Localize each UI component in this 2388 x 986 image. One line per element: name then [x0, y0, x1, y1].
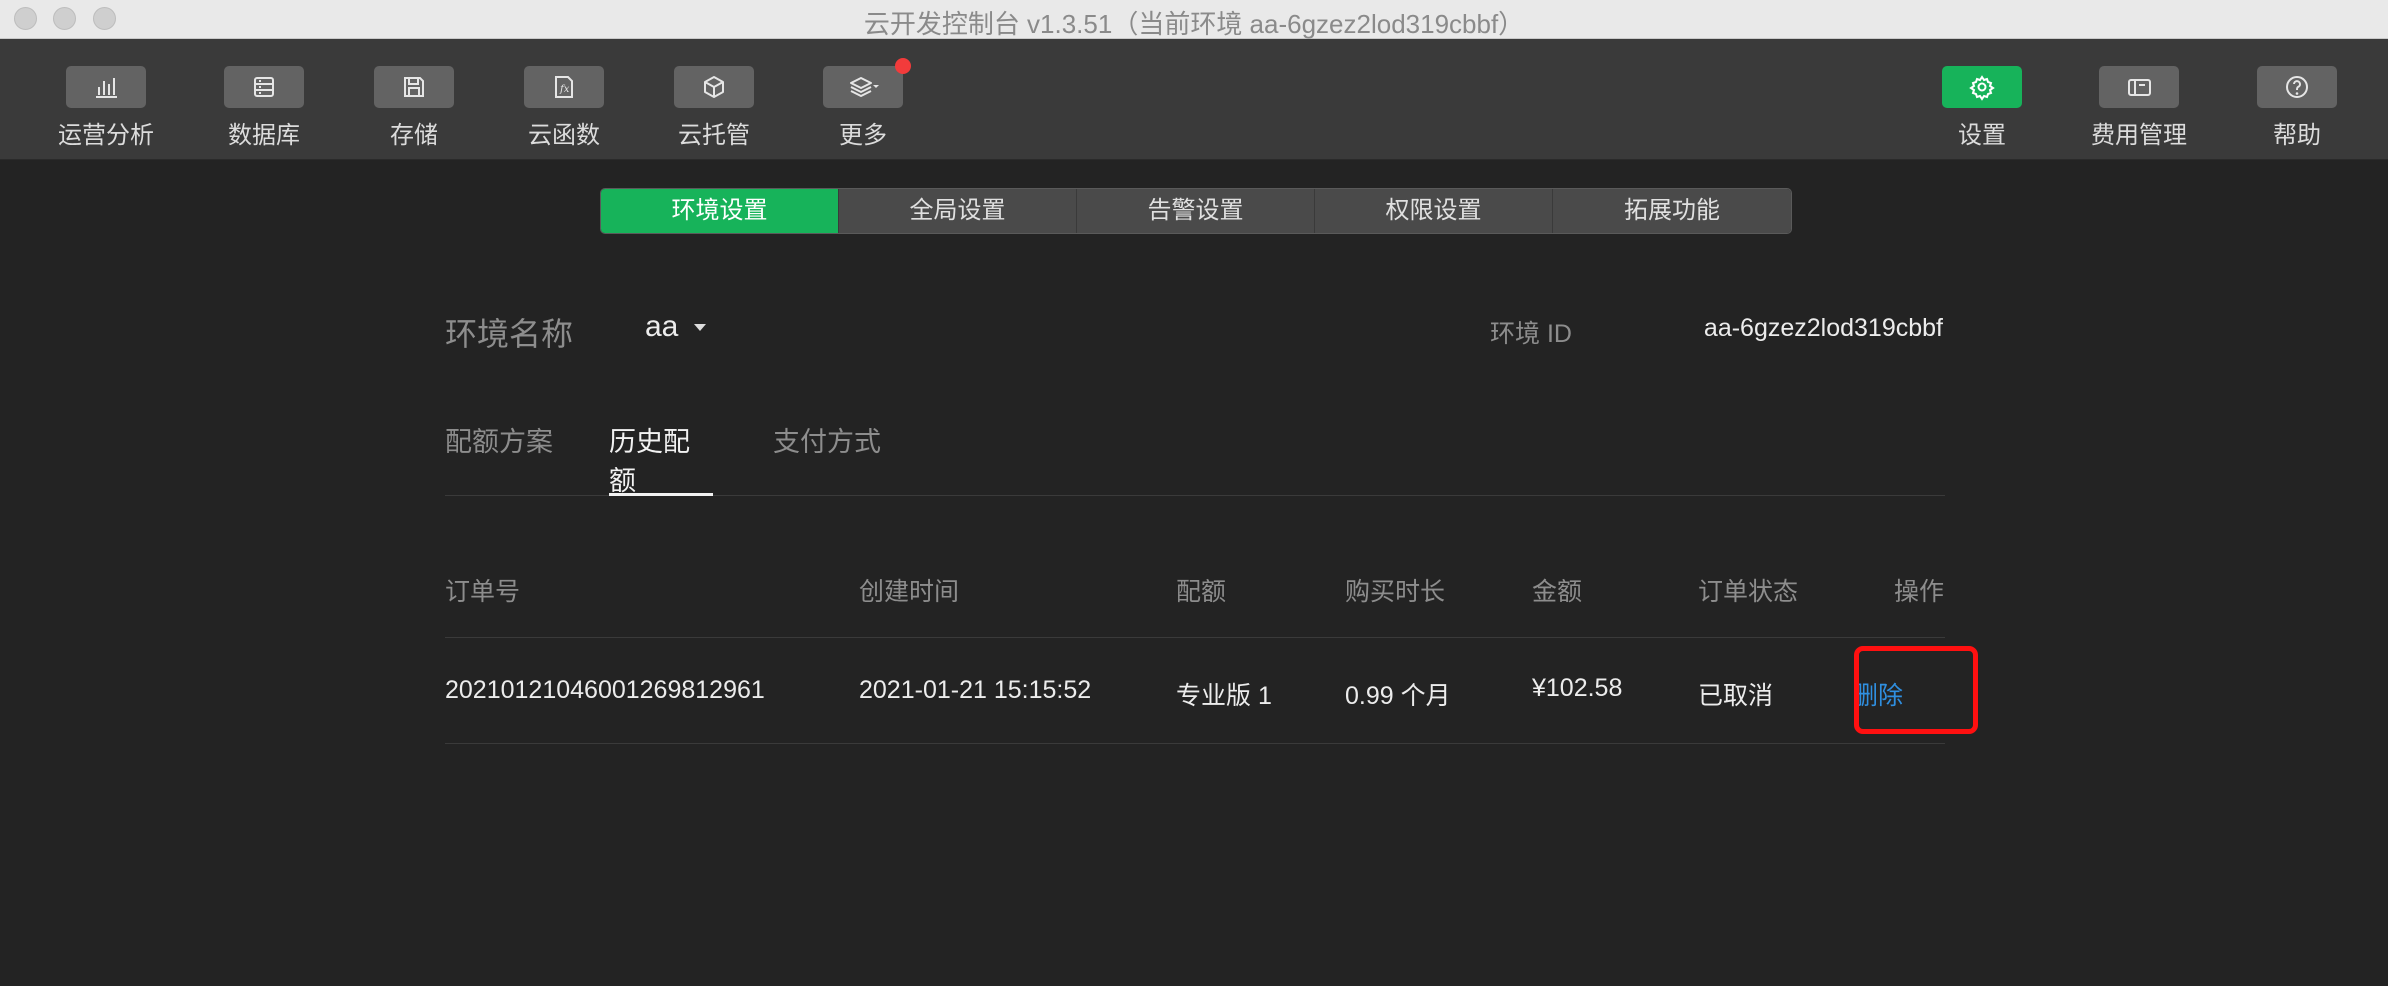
- tab-quota-plan[interactable]: 配额方案: [445, 420, 553, 496]
- amount-cell: ¥102.58: [1532, 674, 1623, 702]
- settings-tabs: 环境设置 全局设置 告警设置 权限设置 拓展功能: [600, 188, 1792, 234]
- toolbar-analytics[interactable]: 运营分析: [41, 66, 171, 150]
- toolbar-billing[interactable]: 费用管理: [2074, 66, 2204, 150]
- save-disk-icon: [374, 66, 454, 108]
- window-title-bar: 云开发控制台 v1.3.51（当前环境 aa-6gzez2lod319cbbf）: [0, 0, 2388, 39]
- toolbar-more-label: 更多: [839, 122, 887, 149]
- column-duration: 购买时长: [1345, 578, 1446, 606]
- toolbar-settings[interactable]: 设置: [1917, 66, 2047, 150]
- toolbar-database[interactable]: 数据库: [199, 66, 329, 150]
- tab-extensions[interactable]: 拓展功能: [1553, 189, 1791, 233]
- duration-cell: 0.99 个月: [1345, 682, 1451, 710]
- toolbar-cloud-function[interactable]: fx 云函数: [499, 66, 629, 150]
- toolbar-settings-label: 设置: [1958, 122, 2006, 149]
- column-order-id: 订单号: [445, 578, 521, 606]
- notification-dot: [895, 58, 911, 74]
- help-icon: [2257, 66, 2337, 108]
- environment-name-value: aa: [645, 310, 679, 343]
- tab-permission-settings[interactable]: 权限设置: [1315, 189, 1553, 233]
- caret-down-icon: [694, 323, 707, 331]
- order-id-cell: 20210121046001269812961: [445, 676, 765, 704]
- bar-chart-icon: [66, 66, 146, 108]
- column-status: 订单状态: [1698, 578, 1799, 606]
- main-toolbar: 运营分析 数据库 存储 fx 云函数 云托管 更多 设置 费用管理 帮助: [0, 39, 2388, 160]
- toolbar-help-label: 帮助: [2273, 122, 2321, 149]
- layers-icon: [823, 58, 911, 108]
- gear-icon: [1942, 66, 2022, 108]
- tab-environment-settings[interactable]: 环境设置: [601, 189, 839, 233]
- toolbar-more[interactable]: 更多: [798, 58, 928, 150]
- environment-id-label: 环境 ID: [1490, 320, 1572, 348]
- window-title: 云开发控制台 v1.3.51（当前环境 aa-6gzez2lod319cbbf）: [863, 9, 1525, 39]
- status-cell: 已取消: [1698, 682, 1774, 710]
- toolbar-database-label: 数据库: [228, 122, 300, 149]
- quota-sub-tabs: 配额方案 历史配额 支付方式: [445, 420, 1945, 496]
- toolbar-billing-label: 费用管理: [2091, 122, 2187, 149]
- toolbar-storage[interactable]: 存储: [349, 66, 479, 150]
- tab-alert-settings[interactable]: 告警设置: [1077, 189, 1315, 233]
- toolbar-cloud-hosting[interactable]: 云托管: [649, 66, 779, 150]
- column-quota: 配额: [1176, 578, 1227, 606]
- database-icon: [224, 66, 304, 108]
- table-row: 20210121046001269812961 2021-01-21 15:15…: [445, 638, 1945, 744]
- svg-text:fx: fx: [559, 84, 570, 95]
- tab-payment-method[interactable]: 支付方式: [773, 420, 881, 496]
- toolbar-cloud-function-label: 云函数: [528, 122, 600, 149]
- column-amount: 金额: [1532, 578, 1583, 606]
- created-at-cell: 2021-01-21 15:15:52: [859, 676, 1092, 704]
- quota-cell: 专业版 1: [1176, 682, 1272, 710]
- column-action: 操作: [1894, 578, 1945, 606]
- environment-id-value: aa-6gzez2lod319cbbf: [1703, 314, 1943, 342]
- tab-quota-history[interactable]: 历史配额: [609, 420, 713, 496]
- toolbar-storage-label: 存储: [390, 122, 438, 149]
- toolbar-analytics-label: 运营分析: [58, 122, 154, 149]
- toolbar-cloud-hosting-label: 云托管: [678, 122, 750, 149]
- column-created-at: 创建时间: [859, 578, 960, 606]
- orders-table-header: 订单号 创建时间 配额 购买时长 金额 订单状态 操作: [445, 560, 1945, 638]
- environment-selector[interactable]: aa: [645, 310, 707, 344]
- tab-global-settings[interactable]: 全局设置: [839, 189, 1077, 233]
- cube-icon: [674, 66, 754, 108]
- function-icon: fx: [524, 66, 604, 108]
- wallet-icon: [2099, 66, 2179, 108]
- delete-highlight-box: [1854, 646, 1978, 734]
- toolbar-help[interactable]: 帮助: [2232, 66, 2362, 150]
- environment-name-label: 环境名称: [445, 316, 574, 352]
